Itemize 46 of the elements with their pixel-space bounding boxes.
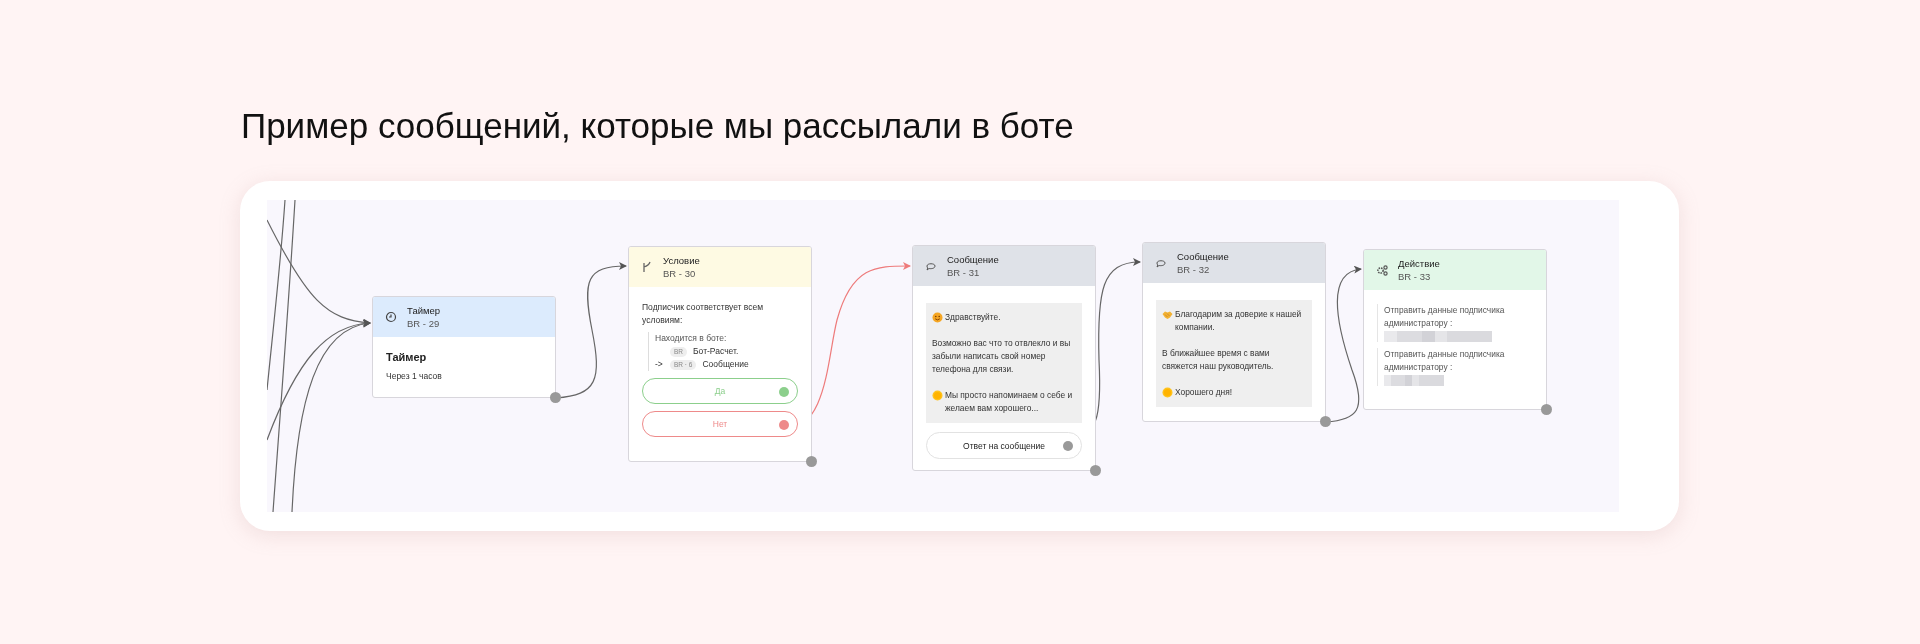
sun-icon [1162, 387, 1173, 398]
timer-title: Таймер [386, 351, 428, 363]
node-title: Сообщение [1177, 251, 1229, 262]
output-port[interactable] [779, 420, 789, 430]
output-port[interactable] [1090, 465, 1101, 476]
smiley-icon [932, 312, 943, 323]
output-port[interactable] [779, 387, 789, 397]
message-text: Благодарим за доверие к нашей компании. [1175, 308, 1303, 334]
node-code: BR - 30 [663, 268, 697, 279]
speech-bubble-icon [925, 260, 937, 272]
node-code: BR - 29 [407, 318, 441, 329]
output-port[interactable] [550, 392, 561, 403]
output-port[interactable] [1320, 416, 1331, 427]
sun-icon [932, 390, 943, 401]
output-port[interactable] [1063, 441, 1073, 451]
message-text: В ближайшее время с вами свяжется наш руководитель. [1162, 347, 1275, 373]
branch-button[interactable]: Да [642, 378, 798, 404]
node-title: Сообщение [947, 254, 999, 265]
branch-button[interactable]: Нет [642, 411, 798, 437]
node-title: Условие [663, 255, 700, 266]
node-code: BR - 33 [1398, 271, 1432, 282]
action-text: Отправить данные подписчика администратору : [1384, 348, 1506, 374]
timer-delay: Через 1 часов [386, 371, 443, 381]
page-heading: Пример сообщений, которые мы рассылали в боте [240, 105, 1075, 147]
fork-icon [641, 261, 653, 273]
criterion-label: Находится в боте: [655, 332, 728, 345]
message-text: Возможно вас что то отвлекло и вы забыли написать свой номер телефона для связи. [932, 337, 1072, 376]
speech-bubble-icon [1155, 257, 1167, 269]
message-text: Мы просто напоминаем о себе и желаем вам хорошего... [945, 389, 1074, 415]
reply-button[interactable]: Ответ на сообщение [926, 432, 1082, 459]
output-port[interactable] [1541, 404, 1552, 415]
node-title: Таймер [407, 305, 441, 316]
bot-step: Сообщение [702, 358, 749, 371]
bot-step: Бот-Расчет. [693, 345, 739, 358]
gears-icon [1376, 264, 1388, 276]
node-title: Действие [1398, 258, 1440, 269]
clock-icon [385, 311, 397, 323]
arrow-text: -> [655, 358, 664, 371]
condition-text: Подписчик соответствует всем условиям: [642, 301, 765, 327]
message-text: Хорошего дня! [1175, 386, 1234, 399]
node-code: BR - 32 [1177, 264, 1211, 275]
node-code: BR - 31 [947, 267, 981, 278]
output-port[interactable] [806, 456, 817, 467]
message-text: Здравствуйте. [945, 311, 1002, 324]
action-text: Отправить данные подписчика администратору : [1384, 304, 1506, 330]
redacted-value [1384, 375, 1444, 386]
